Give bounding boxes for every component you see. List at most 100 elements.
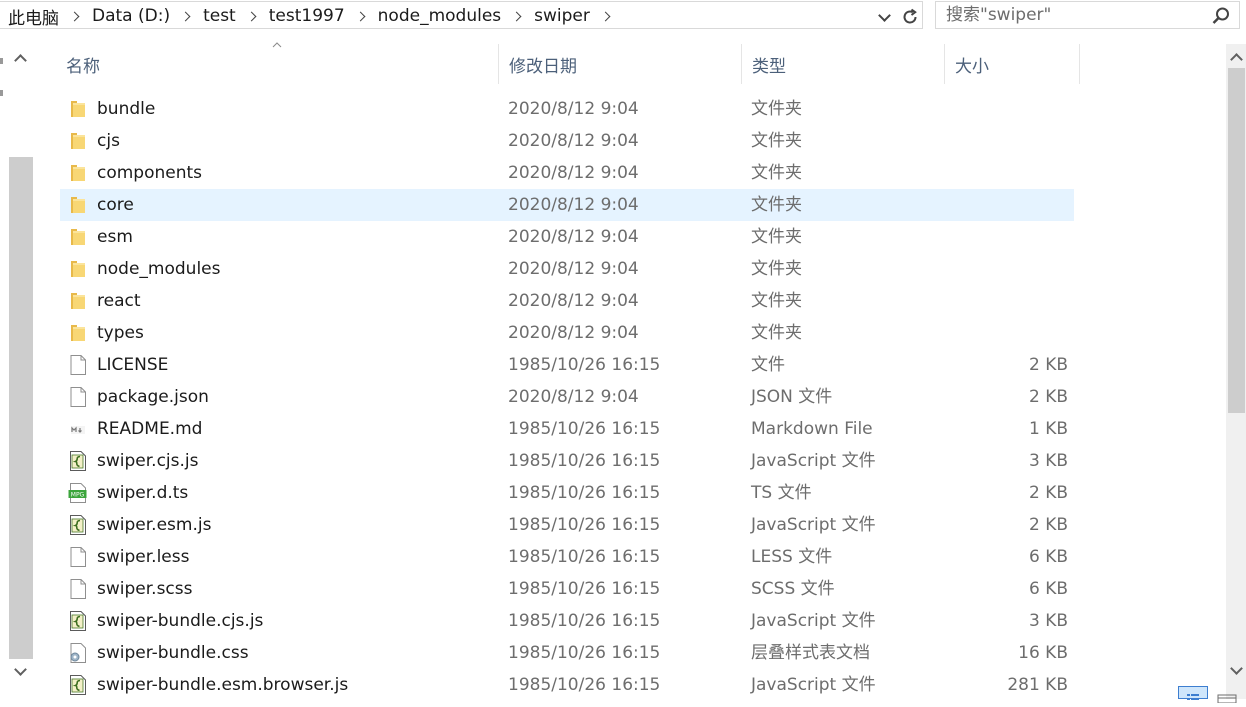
- file-name: swiper-bundle.cjs.js: [97, 611, 264, 631]
- folder-icon: [68, 290, 88, 312]
- file-name: package.json: [97, 387, 209, 407]
- search-input[interactable]: [936, 2, 1206, 28]
- column-header-type[interactable]: 类型: [742, 44, 945, 84]
- address-history-dropdown[interactable]: [874, 8, 894, 26]
- file-row[interactable]: LICENSE 1985/10/26 16:15 文件 2 KB: [60, 349, 1074, 381]
- chevron-right-icon[interactable]: [69, 11, 80, 21]
- column-header-type-label: 类型: [752, 56, 786, 77]
- file-row[interactable]: core 2020/8/12 9:04 文件夹: [60, 189, 1074, 221]
- file-type: 文件夹: [751, 323, 802, 343]
- file-list-scrollbar[interactable]: [1226, 44, 1246, 699]
- breadcrumb-swiper[interactable]: swiper: [532, 6, 592, 26]
- file-modified-date: 1985/10/26 16:15: [508, 547, 661, 567]
- javascript-file-icon: [68, 450, 88, 472]
- file-size: 2 KB: [1028, 387, 1068, 407]
- column-header-date[interactable]: 修改日期: [499, 44, 742, 84]
- column-header-name-label: 名称: [66, 56, 100, 77]
- file-modified-date: 2020/8/12 9:04: [508, 195, 639, 215]
- folder-icon: [68, 130, 88, 152]
- scroll-down-button[interactable]: [1226, 662, 1246, 680]
- file-type: LESS 文件: [751, 547, 833, 567]
- nav-scroll-up-button[interactable]: [10, 50, 30, 67]
- file-row[interactable]: types 2020/8/12 9:04 文件夹: [60, 317, 1074, 349]
- file-row[interactable]: swiper.scss 1985/10/26 16:15 SCSS 文件 6 KB: [60, 573, 1074, 605]
- file-modified-date: 2020/8/12 9:04: [508, 99, 639, 119]
- file-type: 文件夹: [751, 99, 802, 119]
- file-size: 281 KB: [1007, 675, 1068, 695]
- file-modified-date: 1985/10/26 16:15: [508, 643, 661, 663]
- file-name: swiper.cjs.js: [97, 451, 199, 471]
- breadcrumb: 此电脑 Data (D:) test test1997 node_modules…: [6, 2, 621, 30]
- file-row[interactable]: swiper-bundle.css 1985/10/26 16:15 层叠样式表文档…: [60, 637, 1074, 669]
- file-type: 文件夹: [751, 259, 802, 279]
- chevron-right-icon[interactable]: [180, 11, 191, 21]
- file-type: JavaScript 文件: [751, 675, 876, 695]
- address-bar: 此电脑 Data (D:) test test1997 node_modules…: [0, 0, 1246, 32]
- file-row[interactable]: package.json 2020/8/12 9:04 JSON 文件 2 KB: [60, 381, 1074, 413]
- file-size: 6 KB: [1028, 579, 1068, 599]
- file-row[interactable]: swiper.esm.js 1985/10/26 16:15 JavaScript …: [60, 509, 1074, 541]
- file-row[interactable]: swiper-bundle.cjs.js 1985/10/26 16:15 Java…: [60, 605, 1074, 637]
- file-type: Markdown File: [751, 419, 873, 439]
- file-type: 文件夹: [751, 195, 802, 215]
- file-name: esm: [97, 227, 133, 247]
- breadcrumb-drive-d[interactable]: Data (D:): [90, 6, 172, 26]
- file-modified-date: 2020/8/12 9:04: [508, 163, 639, 183]
- javascript-file-icon: [68, 514, 88, 536]
- breadcrumb-this-pc[interactable]: 此电脑: [6, 4, 61, 29]
- file-modified-date: 2020/8/12 9:04: [508, 227, 639, 247]
- address-box[interactable]: 此电脑 Data (D:) test test1997 node_modules…: [0, 1, 923, 29]
- folder-icon: [68, 258, 88, 280]
- file-modified-date: 1985/10/26 16:15: [508, 451, 661, 471]
- file-type: 文件夹: [751, 131, 802, 151]
- search-box[interactable]: [935, 1, 1240, 29]
- file-name: swiper.less: [97, 547, 190, 567]
- large-icons-view-button[interactable]: [1214, 688, 1242, 704]
- file-type: 层叠样式表文档: [751, 643, 870, 663]
- breadcrumb-node-modules[interactable]: node_modules: [376, 6, 504, 26]
- chevron-right-icon[interactable]: [246, 11, 257, 21]
- file-type: JSON 文件: [751, 387, 833, 407]
- file-type: SCSS 文件: [751, 579, 835, 599]
- file-name: LICENSE: [97, 355, 169, 375]
- file-type: JavaScript 文件: [751, 451, 876, 471]
- file-name: types: [97, 323, 144, 343]
- column-header-size-label: 大小: [955, 56, 989, 77]
- file-name: react: [97, 291, 141, 311]
- chevron-right-icon[interactable]: [600, 11, 611, 21]
- nav-expander-fragment: [0, 58, 3, 64]
- column-header-size[interactable]: 大小: [945, 44, 1080, 84]
- file-row[interactable]: swiper-bundle.esm.browser.js 1985/10/26 1…: [60, 669, 1074, 701]
- file-row[interactable]: README.md 1985/10/26 16:15 Markdown File 1 …: [60, 413, 1074, 445]
- scrollbar-thumb[interactable]: [1228, 68, 1245, 413]
- file-icon: [68, 354, 88, 376]
- chevron-right-icon[interactable]: [355, 11, 366, 21]
- breadcrumb-test[interactable]: test: [201, 6, 238, 26]
- file-row[interactable]: swiper.cjs.js 1985/10/26 16:15 JavaScript …: [60, 445, 1074, 477]
- refresh-button[interactable]: [898, 5, 922, 29]
- large-icons-view-icon: [1217, 694, 1237, 704]
- file-icon: [68, 578, 88, 600]
- file-row[interactable]: react 2020/8/12 9:04 文件夹: [60, 285, 1074, 317]
- column-header-name[interactable]: 名称: [56, 44, 499, 84]
- file-row[interactable]: swiper.less 1985/10/26 16:15 LESS 文件 6 KB: [60, 541, 1074, 573]
- nav-scrollbar-thumb[interactable]: [9, 157, 33, 659]
- file-row[interactable]: MPG swiper.d.ts 1985/10/26 16:15 TS 文件 2 KB: [60, 477, 1074, 509]
- details-view-button[interactable]: [1178, 686, 1208, 700]
- file-row[interactable]: esm 2020/8/12 9:04 文件夹: [60, 221, 1074, 253]
- search-icon[interactable]: [1211, 6, 1231, 26]
- scroll-up-button[interactable]: [1226, 48, 1246, 66]
- file-row[interactable]: components 2020/8/12 9:04 文件夹: [60, 157, 1074, 189]
- file-modified-date: 1985/10/26 16:15: [508, 675, 661, 695]
- nav-scroll-down-button[interactable]: [10, 663, 30, 680]
- chevron-right-icon[interactable]: [511, 11, 522, 21]
- file-row[interactable]: bundle 2020/8/12 9:04 文件夹: [60, 93, 1074, 125]
- markdown-file-icon: [68, 418, 88, 440]
- breadcrumb-test1997[interactable]: test1997: [267, 6, 347, 26]
- folder-icon: [68, 162, 88, 184]
- file-row[interactable]: node_modules 2020/8/12 9:04 文件夹: [60, 253, 1074, 285]
- file-row[interactable]: cjs 2020/8/12 9:04 文件夹: [60, 125, 1074, 157]
- ts-file-icon: MPG: [68, 482, 88, 504]
- file-name: swiper.esm.js: [97, 515, 212, 535]
- file-name: bundle: [97, 99, 156, 119]
